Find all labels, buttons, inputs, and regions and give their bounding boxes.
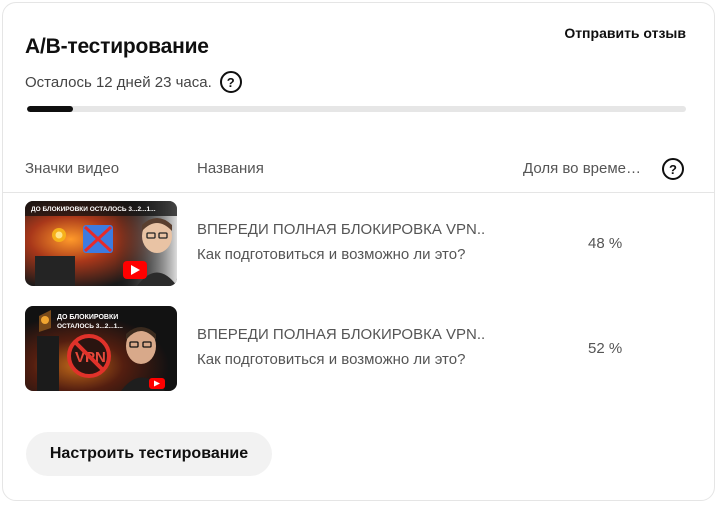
test-progress-fill: [27, 106, 74, 112]
configure-test-button[interactable]: Настроить тестирование: [26, 432, 272, 476]
thumbnail-1-image: ДО БЛОКИРОВКИ ОСТАЛОСЬ 3...2...1...: [25, 201, 177, 286]
thumbnail-2-text-line2: ОСТАЛОСЬ 3...2...1...: [57, 323, 123, 330]
video-title-line1: ВПЕРЕДИ ПОЛНАЯ БЛОКИРОВКА VPN..: [197, 221, 486, 238]
table-header: Значки видео Названия Доля во време… ?: [3, 155, 714, 193]
time-remaining-row: Осталось 12 дней 23 часа. ?: [25, 71, 242, 93]
test-progress-bar: [27, 106, 686, 112]
header-thumbnails: Значки видео: [25, 160, 120, 177]
watch-time-share: 48 %: [588, 235, 623, 252]
thumbnail-2-text-line1: ДО БЛОКИРОВКИ: [57, 314, 118, 321]
share-help-icon[interactable]: ?: [662, 158, 684, 180]
table-row: ДО БЛОКИРОВКИ ОСТАЛОСЬ 3...2...1... ВПЕР…: [3, 201, 714, 289]
time-remaining-text: Осталось 12 дней 23 часа.: [25, 73, 212, 91]
video-title: ВПЕРЕДИ ПОЛНАЯ БЛОКИРОВКА VPN.. Как подг…: [197, 221, 485, 263]
video-title: ВПЕРЕДИ ПОЛНАЯ БЛОКИРОВКА VPN.. Как подг…: [197, 326, 485, 368]
video-title-line1: ВПЕРЕДИ ПОЛНАЯ БЛОКИРОВКА VPN..: [197, 326, 486, 343]
video-title-line2: Как подготовиться и возможно ли это?: [197, 351, 466, 368]
table-row: ДО БЛОКИРОВКИ ОСТАЛОСЬ 3...2...1... VPN …: [3, 306, 714, 394]
video-thumbnail: ДО БЛОКИРОВКИ ОСТАЛОСЬ 3...2...1...: [25, 201, 177, 286]
card-title: A/B-тестирование: [25, 35, 209, 58]
send-feedback-link[interactable]: Отправить отзыв: [564, 25, 686, 41]
ab-test-card: A/B-тестирование Отправить отзыв Осталос…: [2, 2, 715, 501]
header-watch-time-share: Доля во време…: [523, 160, 642, 177]
thumbnail-2-image: ДО БЛОКИРОВКИ ОСТАЛОСЬ 3...2...1... VPN: [25, 306, 177, 391]
video-title-line2: Как подготовиться и возможно ли это?: [197, 246, 466, 263]
watch-time-share: 52 %: [588, 340, 623, 357]
header-titles: Названия: [197, 160, 264, 177]
help-icon[interactable]: ?: [219, 71, 242, 93]
thumbnail-1-text: ДО БЛОКИРОВКИ ОСТАЛОСЬ 3...2...1...: [31, 206, 156, 213]
video-thumbnail: ДО БЛОКИРОВКИ ОСТАЛОСЬ 3...2...1... VPN: [25, 306, 177, 391]
